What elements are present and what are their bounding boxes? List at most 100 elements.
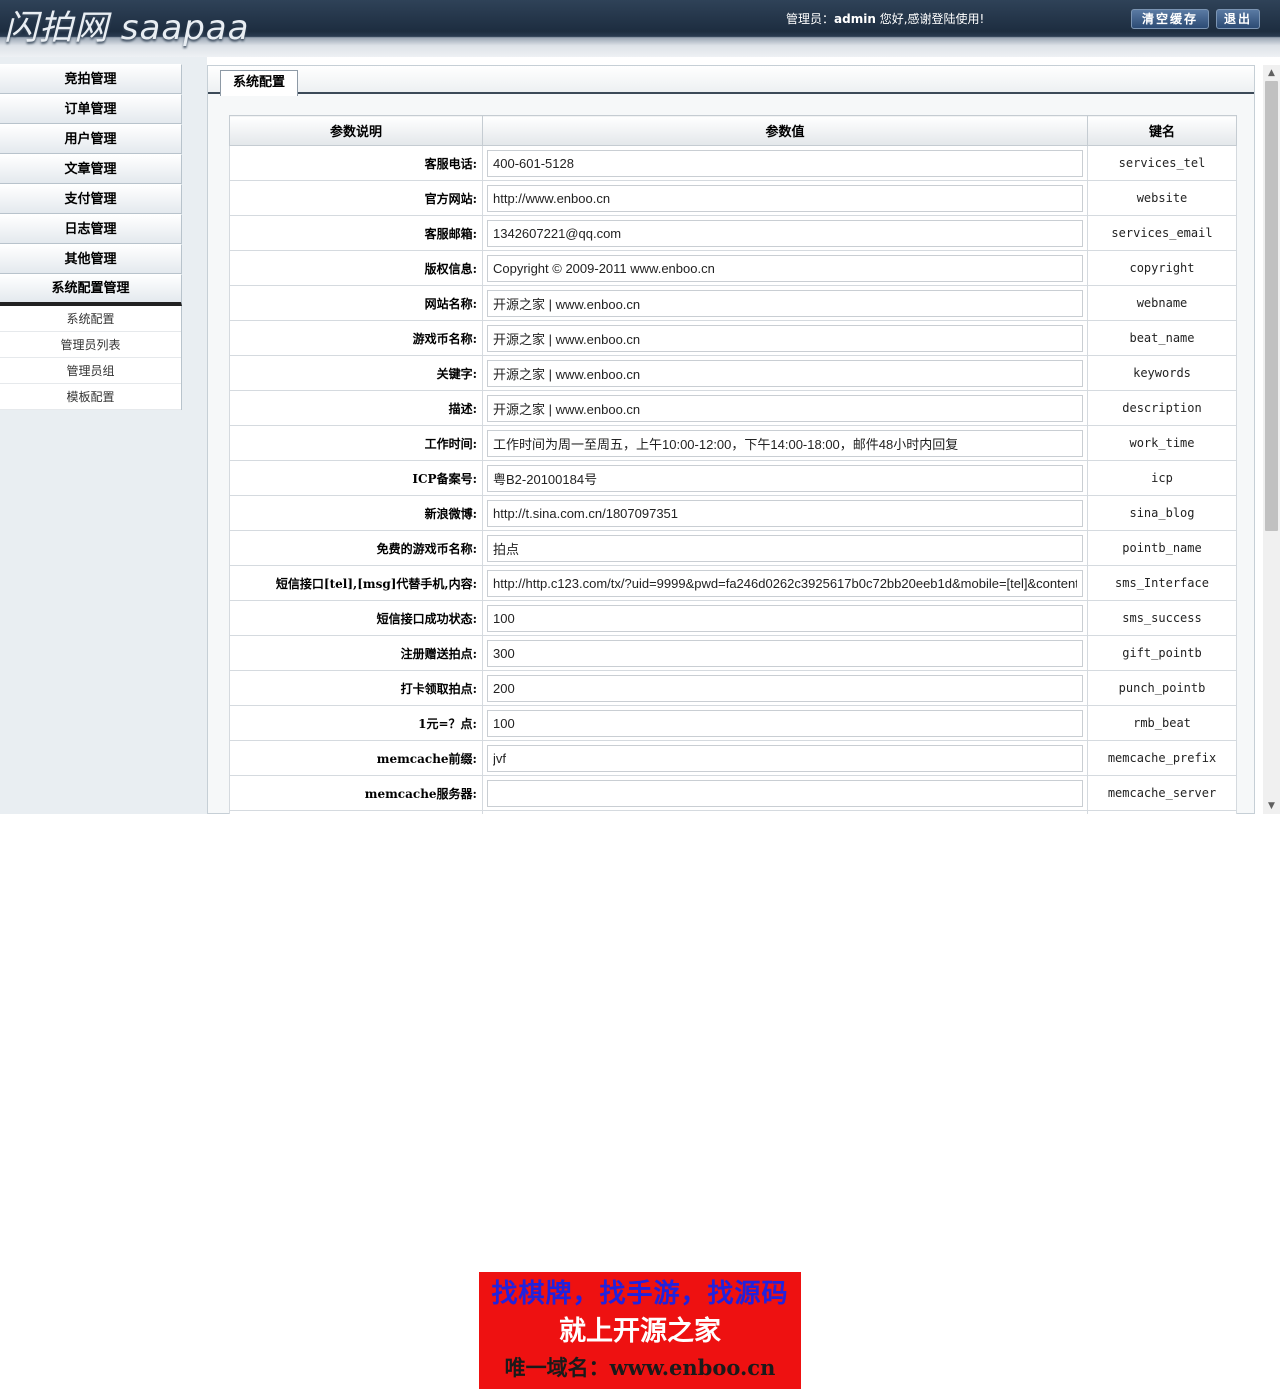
row-label: 客服电话: [229, 145, 483, 181]
logout-button[interactable]: 退出 [1216, 9, 1260, 29]
description-input[interactable] [487, 394, 1083, 422]
scroll-up-arrow-icon[interactable]: ▲ [1263, 65, 1280, 81]
row-label: 短信接口[tel],[msg]代替手机,内容: [229, 565, 483, 601]
ad-banner[interactable]: 找棋牌，找手游，找源码 就上开源之家 唯一域名：www.enboo.cn [479, 1272, 801, 1389]
sms-success-input[interactable] [487, 604, 1083, 632]
row-key: punch_pointb [1087, 670, 1237, 706]
row-value-cell [482, 600, 1088, 636]
row-label: 游戏币名称: [229, 320, 483, 356]
row-label: 打卡领取拍点: [229, 670, 483, 706]
services-email-input[interactable] [487, 219, 1083, 247]
welcome-prefix: 管理员： [786, 12, 835, 26]
sidebar-item-logs[interactable]: 日志管理 [0, 214, 182, 244]
row-value-cell [482, 425, 1088, 461]
row-label: 版权信息: [229, 250, 483, 286]
sidebar-item-auction[interactable]: 竞拍管理 [0, 64, 182, 94]
vertical-scrollbar[interactable]: ▲ ▼ [1263, 65, 1280, 814]
table-row: 免费的游戏币名称: pointb_name [229, 530, 1237, 566]
submenu-item-admin-list[interactable]: 管理员列表 [0, 332, 181, 358]
scrollbar-thumb[interactable] [1265, 81, 1278, 531]
table-row: 客服电话: services_tel [229, 145, 1237, 181]
table-row: 短信接口成功状态: sms_success [229, 600, 1237, 636]
row-key: beat_name [1087, 320, 1237, 356]
sina-blog-input[interactable] [487, 499, 1083, 527]
punch-pointb-input[interactable] [487, 674, 1083, 702]
config-panel: 系统配置 参数说明 参数值 键名 客服电话: services_tel 官方网站:… [207, 65, 1255, 814]
webname-input[interactable] [487, 289, 1083, 317]
table-row: 描述: description [229, 390, 1237, 426]
tab-bar: 系统配置 [208, 66, 1254, 96]
column-header-value: 参数值 [482, 115, 1088, 146]
sidebar-item-orders[interactable]: 订单管理 [0, 94, 182, 124]
table-row: 官方网站: website [229, 180, 1237, 216]
row-label: 网站名称: [229, 285, 483, 321]
sidebar-item-other[interactable]: 其他管理 [0, 244, 182, 274]
submenu-item-admin-groups[interactable]: 管理员组 [0, 358, 181, 384]
table-row: 游戏币名称: beat_name [229, 320, 1237, 356]
column-header-description: 参数说明 [229, 115, 483, 146]
row-label: 客服邮箱: [229, 215, 483, 251]
row-value-cell [482, 180, 1088, 216]
sidebar-item-articles[interactable]: 文章管理 [0, 154, 182, 184]
row-label: 短信接口成功状态: [229, 600, 483, 636]
row-key: memcache_server [1087, 775, 1237, 811]
copyright-input[interactable] [487, 254, 1083, 282]
row-key: description [1087, 390, 1237, 426]
row-key [1087, 810, 1237, 814]
row-label: 注册赠送拍点: [229, 635, 483, 671]
sidebar-item-users[interactable]: 用户管理 [0, 124, 182, 154]
row-value-cell [482, 145, 1088, 181]
website-input[interactable] [487, 184, 1083, 212]
icp-input[interactable] [487, 464, 1083, 492]
table-row: 1元=？点: rmb_beat [229, 705, 1237, 741]
rmb-beat-input[interactable] [487, 709, 1083, 737]
top-header: 闪拍网 saapaa 管理员：admin 您好,感谢登陆使用! 清空缓存 退出 [0, 0, 1280, 57]
sidebar-menu: 竞拍管理 订单管理 用户管理 文章管理 支付管理 日志管理 其他管理 系统配置管… [0, 64, 182, 410]
row-key: icp [1087, 460, 1237, 496]
row-value-cell [482, 810, 1088, 814]
table-row: 工作时间: work_time [229, 425, 1237, 461]
tab-system-config[interactable]: 系统配置 [220, 70, 299, 96]
row-label: 新浪微博: [229, 495, 483, 531]
beat-name-input[interactable] [487, 324, 1083, 352]
table-row: 关键字: keywords [229, 355, 1237, 391]
ad-line-3: 唯一域名：www.enboo.cn [504, 1355, 776, 1380]
table-row: 打卡领取拍点: punch_pointb [229, 670, 1237, 706]
row-value-cell [482, 775, 1088, 811]
services-tel-input[interactable] [487, 149, 1083, 177]
row-key: webname [1087, 285, 1237, 321]
gift-pointb-input[interactable] [487, 639, 1083, 667]
row-key: website [1087, 180, 1237, 216]
config-table-body: 客服电话: services_tel 官方网站: website 客服邮箱: serv… [229, 145, 1237, 814]
memcache-prefix-input[interactable] [487, 744, 1083, 772]
row-value-cell [482, 215, 1088, 251]
sidebar-item-system-config[interactable]: 系统配置管理 [0, 274, 182, 306]
clear-cache-button[interactable]: 清空缓存 [1131, 9, 1209, 29]
row-value-cell [482, 460, 1088, 496]
table-row: 客服邮箱: services_email [229, 215, 1237, 251]
row-key: sms_success [1087, 600, 1237, 636]
table-header-row: 参数说明 参数值 键名 [229, 115, 1237, 146]
work-time-input[interactable] [487, 429, 1083, 457]
sidebar-item-payments[interactable]: 支付管理 [0, 184, 182, 214]
ad-line-2: 就上开源之家 [559, 1316, 721, 1347]
sms-interface-input[interactable] [487, 569, 1083, 597]
row-key: gift_pointb [1087, 635, 1237, 671]
row-value-cell [482, 390, 1088, 426]
scroll-down-arrow-icon[interactable]: ▼ [1263, 798, 1280, 814]
table-row: 短信接口[tel],[msg]代替手机,内容: sms_Interface [229, 565, 1237, 601]
submenu-item-template-config[interactable]: 模板配置 [0, 384, 181, 410]
row-value-cell [482, 250, 1088, 286]
table-row: memcache服务器: memcache_server [229, 775, 1237, 811]
pointb-name-input[interactable] [487, 534, 1083, 562]
row-label: 描述: [229, 390, 483, 426]
row-value-cell [482, 495, 1088, 531]
submenu-item-system-config[interactable]: 系统配置 [0, 306, 181, 332]
column-header-key: 键名 [1087, 115, 1237, 146]
row-key: work_time [1087, 425, 1237, 461]
sidebar: 竞拍管理 订单管理 用户管理 文章管理 支付管理 日志管理 其他管理 系统配置管… [0, 57, 207, 814]
memcache-server-input[interactable] [487, 779, 1083, 807]
keywords-input[interactable] [487, 359, 1083, 387]
table-row [229, 810, 1237, 814]
row-label: 免费的游戏币名称: [229, 530, 483, 566]
